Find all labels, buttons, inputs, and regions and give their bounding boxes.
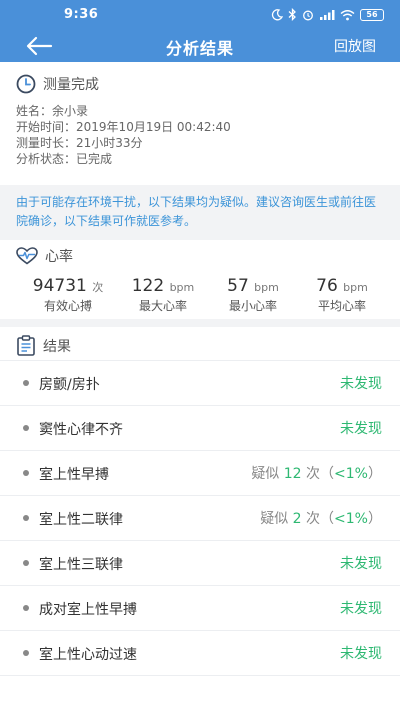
- stat-value-line: 94731 次: [18, 275, 118, 297]
- suspect-prefix: 疑似: [251, 466, 280, 482]
- result-status: 未发现: [340, 376, 382, 392]
- stat-value-line: 57 bpm: [203, 275, 303, 297]
- state-value: 已完成: [76, 152, 113, 166]
- start-value: 2019年10月19日 00:42:40: [76, 120, 231, 134]
- measurement-card: 测量完成 姓名：余小录 开始时间：2019年10月19日 00:42:40 测量…: [0, 62, 400, 185]
- result-row-sv-bigeminy[interactable]: 室上性二联律 疑似 2 次（<1%）: [0, 495, 400, 540]
- results-card: 结果 房颤/房扑 未发现 窦性心律不齐 未发现 室上性早搏 疑似 12 次（<1…: [0, 327, 400, 711]
- start-time-line: 开始时间：2019年10月19日 00:42:40: [16, 119, 384, 135]
- nav-bar: 分析结果 回放图: [0, 30, 400, 62]
- result-name: 成对室上性早搏: [39, 602, 137, 618]
- duration-label: 测量时长：: [16, 136, 77, 150]
- result-row-svt[interactable]: 室上性心动过速 未发现: [0, 630, 400, 675]
- battery-icon: 56: [360, 8, 384, 21]
- state-line: 分析状态：已完成: [16, 151, 384, 167]
- replay-chart-button[interactable]: 回放图: [334, 36, 376, 56]
- result-row-sinus-arrhythmia[interactable]: 窦性心律不齐 未发现: [0, 405, 400, 450]
- result-name: 室上性早搏: [39, 467, 109, 483]
- stat-value-line: 122 bpm: [113, 275, 213, 297]
- stat-valid-beats: 94731 次 有效心搏: [18, 275, 118, 315]
- status-time: 9:36: [64, 7, 99, 22]
- suspect-count: 12: [283, 466, 302, 482]
- measurement-info: 姓名：余小录 开始时间：2019年10月19日 00:42:40 测量时长：21…: [16, 103, 384, 167]
- result-name: 室上性二联律: [39, 512, 123, 528]
- state-label: 分析状态：: [16, 152, 77, 166]
- bluetooth-icon: [288, 8, 296, 21]
- start-label: 开始时间：: [16, 120, 77, 134]
- duration-value: 21小时33分: [76, 136, 143, 150]
- bullet-icon: [23, 605, 29, 611]
- bullet-icon: [23, 560, 29, 566]
- stat-label: 平均心率: [317, 299, 366, 313]
- result-suspect: 疑似 12 次（<1%）: [251, 463, 382, 483]
- heart-rate-header: 心率: [16, 246, 73, 266]
- result-status: 未发现: [340, 646, 382, 662]
- bullet-icon: [23, 515, 29, 521]
- result-row-spb[interactable]: 室上性早搏 疑似 12 次（<1%）: [0, 450, 400, 495]
- status-icons: 56: [271, 8, 384, 21]
- results-title: 结果: [43, 338, 71, 355]
- app-header: 9:36 56 分析结果 回放图: [0, 0, 400, 62]
- name-label: 姓名：: [16, 104, 53, 118]
- result-row-sv-trigeminy[interactable]: 室上性三联律 未发现: [0, 540, 400, 585]
- suspect-pct: <1%: [334, 511, 368, 527]
- bullet-icon: [23, 650, 29, 656]
- result-name: 房颤/房扑: [39, 377, 100, 393]
- stat-value: 94731: [32, 276, 87, 296]
- heart-rate-stats: 94731 次 有效心搏 122 bpm 最大心率 57 bpm 最小心率 76…: [0, 275, 400, 317]
- stat-unit: bpm: [254, 281, 279, 294]
- suspect-pct: <1%: [334, 466, 368, 482]
- measurement-header: 测量完成: [16, 74, 384, 94]
- stat-value-line: 76 bpm: [292, 275, 392, 297]
- suspect-prefix: 疑似: [260, 511, 289, 527]
- stat-avg-rate: 76 bpm 平均心率: [292, 275, 392, 315]
- bullet-icon: [23, 425, 29, 431]
- result-row-paired-spb[interactable]: 成对室上性早搏 未发现: [0, 585, 400, 630]
- bullet-icon: [23, 380, 29, 386]
- name-value: 余小录: [52, 104, 89, 118]
- heart-rate-icon: [16, 247, 38, 265]
- suspect-count: 2: [292, 511, 302, 527]
- result-row-af[interactable]: 房颤/房扑 未发现: [0, 360, 400, 405]
- alarm-icon: [303, 10, 313, 20]
- result-name: 室上性心动过速: [39, 647, 137, 663]
- result-status: 未发现: [340, 601, 382, 617]
- stat-unit: bpm: [343, 281, 368, 294]
- suspect-suffix: 次（: [306, 511, 335, 527]
- clock-icon: [16, 74, 36, 94]
- stat-min-rate: 57 bpm 最小心率: [203, 275, 303, 315]
- suspect-close: ）: [368, 466, 382, 482]
- stat-value: 57: [227, 276, 249, 296]
- heart-rate-card: 心率 94731 次 有效心搏 122 bpm 最大心率 57 bpm 最小心率…: [0, 240, 400, 319]
- moon-icon: [271, 8, 283, 20]
- clipboard-icon: [17, 335, 35, 356]
- stat-unit: bpm: [169, 281, 195, 294]
- stat-unit: 次: [92, 281, 104, 294]
- stat-value: 122: [131, 276, 165, 296]
- stat-label: 最大心率: [138, 299, 187, 313]
- wifi-icon: [340, 9, 355, 20]
- result-name: 室上性三联律: [39, 557, 123, 573]
- stat-value: 76: [316, 276, 338, 296]
- results-header: 结果: [16, 335, 71, 356]
- suspect-suffix: 次（: [306, 466, 335, 482]
- result-row-partial: [0, 675, 400, 711]
- stat-label: 最小心率: [228, 299, 277, 313]
- disclaimer-notice: 由于可能存在环境干扰，以下结果均为疑似。建议咨询医生或前往医院确诊，以下结果可作…: [0, 185, 400, 233]
- name-line: 姓名：余小录: [16, 103, 384, 119]
- stat-max-rate: 122 bpm 最大心率: [113, 275, 213, 315]
- bullet-icon: [23, 470, 29, 476]
- duration-line: 测量时长：21小时33分: [16, 135, 384, 151]
- result-status: 未发现: [340, 556, 382, 572]
- signal-icon: [320, 9, 335, 20]
- result-status: 未发现: [340, 421, 382, 437]
- heart-rate-title: 心率: [45, 249, 73, 265]
- stat-label: 有效心搏: [43, 299, 92, 313]
- status-bar: 9:36 56: [0, 0, 400, 30]
- suspect-close: ）: [368, 511, 382, 527]
- result-suspect: 疑似 2 次（<1%）: [260, 508, 382, 528]
- result-name: 窦性心律不齐: [39, 422, 123, 438]
- measurement-title: 测量完成: [43, 77, 99, 93]
